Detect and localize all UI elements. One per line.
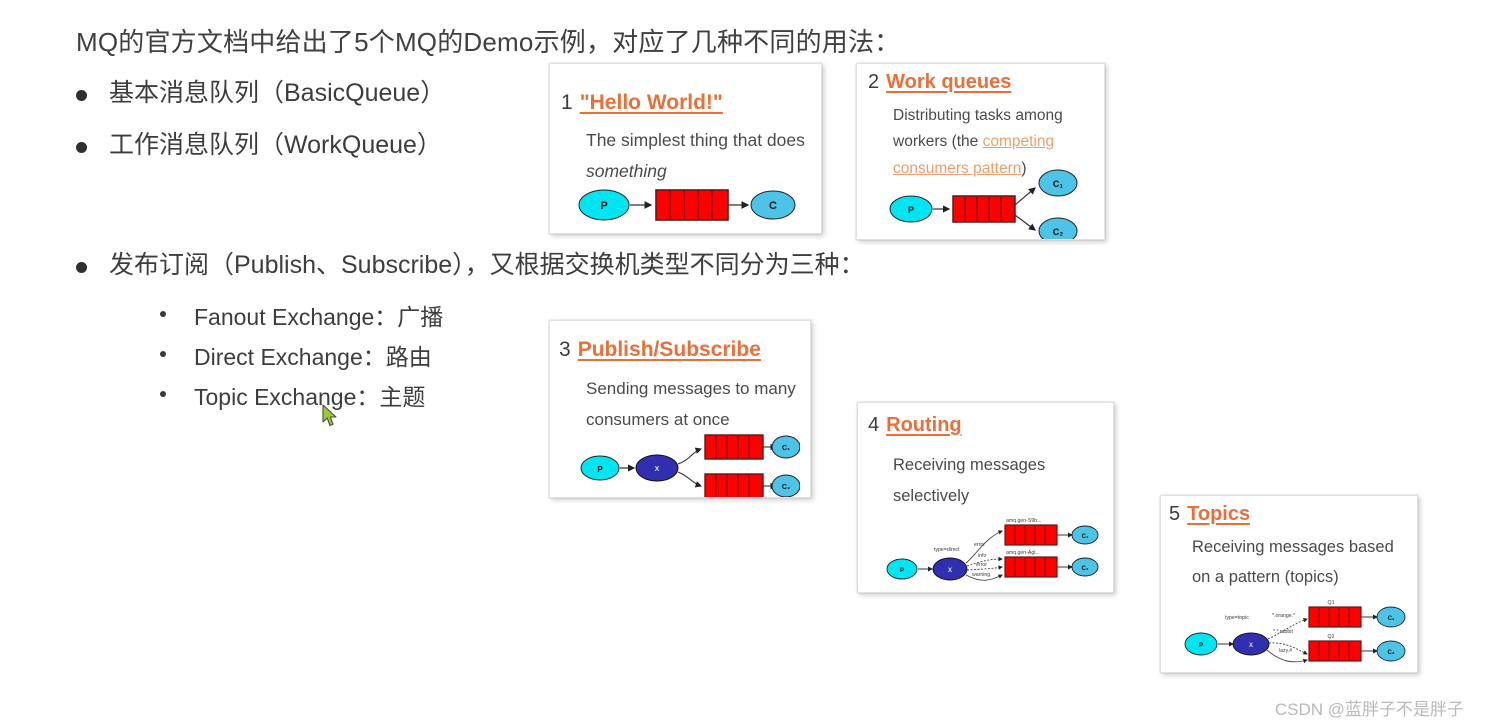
card-description-emphasis: something	[586, 160, 667, 181]
arrow-queue-to-consumer1	[1014, 187, 1036, 206]
queue1-name-label: amq.gen-S9b...	[1006, 518, 1041, 524]
bullet-label: 工作消息队列（WorkQueue）	[109, 131, 442, 159]
bullet-dot-icon	[76, 262, 87, 273]
sub-bullet-label: Topic Exchange：主题	[194, 384, 426, 410]
sub-bullet-item-topic: Topic Exchange：主题	[160, 378, 425, 412]
queue1-name-label: Q1	[1328, 600, 1335, 606]
arrow-queue-to-consumer2	[1014, 214, 1036, 231]
queue1-node	[1308, 606, 1362, 628]
exchange-label: X	[655, 466, 660, 473]
arrow-exchange-to-queue2	[677, 471, 703, 488]
card-header: 4 Routing	[868, 414, 962, 437]
exchange-type-label: type=direct	[934, 547, 960, 553]
queue-node	[655, 189, 729, 221]
sub-bullet-label: Direct Exchange：路由	[194, 344, 432, 370]
producer-label: P	[600, 200, 607, 212]
card-header: 1 "Hello World!"	[561, 91, 723, 115]
sub-bullet-dot-icon	[160, 311, 166, 317]
topics-diagram: P type=topic X *.orange.* *.*.rabbit laz…	[1184, 600, 1406, 664]
bullet-dot-icon	[76, 142, 87, 153]
card-title-link[interactable]: Publish/Subscribe	[578, 338, 761, 362]
queue2-node	[704, 473, 764, 497]
binding-orange-label: *.orange.*	[1272, 613, 1295, 619]
card-number: 3	[559, 338, 571, 361]
bullet-label: 基本消息队列（BasicQueue）	[109, 79, 446, 107]
queue-node	[952, 195, 1016, 223]
bullet-item-work-queue: 工作消息队列（WorkQueue）	[76, 130, 442, 161]
sub-bullet-item-direct: Direct Exchange：路由	[160, 338, 432, 372]
card-description: Receiving messages based on a pattern (t…	[1192, 538, 1394, 586]
routing-diagram: P type=direct X error info error warning…	[886, 518, 1099, 581]
consumer1-label: C₁	[1053, 179, 1063, 189]
sub-bullet-dot-icon	[160, 391, 166, 397]
queue2-name-label: amq.gen-Agl...	[1006, 550, 1040, 556]
card-title-link[interactable]: Work queues	[886, 71, 1011, 94]
card-number: 4	[868, 414, 880, 436]
consumer-label: C	[769, 200, 777, 212]
page-title: MQ的官方文档中给出了5个MQ的Demo示例，对应了几种不同的用法：	[76, 27, 901, 57]
consumer2-label: C₂	[1082, 566, 1089, 572]
consumer2-label: C₂	[1053, 227, 1064, 237]
card-publish-subscribe: 3 Publish/Subscribe Sending messages to …	[549, 320, 811, 498]
card-header: 3 Publish/Subscribe	[559, 338, 761, 362]
work-queues-diagram: P C₁ C₂	[889, 169, 1078, 239]
card-header: 2 Work queues	[868, 71, 1011, 94]
bullet-label: 发布订阅（Publish、Subscribe），又根据交换机类型不同分为三种：	[109, 251, 865, 279]
bullet-item-basic-queue: 基本消息队列（BasicQueue）	[76, 78, 445, 109]
producer-label: P	[900, 567, 905, 574]
consumer1-label: C₁	[1082, 534, 1089, 540]
publish-subscribe-diagram: P X C₁ C₂	[580, 434, 800, 497]
sub-bullet-item-fanout: Fanout Exchange：广播	[160, 298, 443, 332]
card-routing: 4 Routing Receiving messages selectively…	[857, 402, 1114, 593]
queue2-node	[1004, 556, 1058, 578]
card-number: 1	[561, 91, 573, 114]
hello-world-diagram: P C	[578, 189, 796, 221]
card-number: 2	[868, 71, 880, 93]
card-hello-world: 1 "Hello World!" The simplest thing that…	[549, 63, 822, 234]
queue2-node	[1308, 640, 1362, 662]
consumer2-label: C₂	[782, 484, 790, 491]
queue2-name-label: Q2	[1328, 634, 1335, 640]
consumer1-label: C₁	[782, 445, 790, 452]
queue1-node	[1004, 524, 1058, 546]
card-title-link[interactable]: Topics	[1187, 503, 1250, 526]
producer-label: P	[597, 465, 603, 474]
binding-rabbit-label: *.*.rabbit	[1273, 629, 1293, 635]
card-header: 5 Topics	[1169, 503, 1250, 526]
binding-error-label: error	[974, 542, 985, 548]
binding-lazy-label: lazy.#	[1279, 648, 1292, 654]
exchange-label: X	[948, 568, 952, 574]
binding-info-label: info	[978, 553, 986, 559]
sub-bullet-dot-icon	[160, 351, 166, 357]
binding-error2-label: error	[976, 562, 987, 568]
queue1-node	[704, 434, 764, 460]
producer-label: P	[1199, 642, 1204, 649]
csdn-watermark: CSDN @蓝胖子不是胖子	[1274, 700, 1464, 719]
binding-warning-label: warning	[972, 572, 990, 578]
producer-label: P	[908, 205, 914, 215]
sub-bullet-label: Fanout Exchange：广播	[194, 304, 444, 330]
consumer1-label: C₁	[1388, 616, 1395, 622]
exchange-type-label: type=topic	[1225, 615, 1249, 621]
card-topics: 5 Topics Receiving messages based on a p…	[1160, 495, 1418, 673]
card-description: The simplest thing that does something	[586, 125, 805, 186]
card-description-text: The simplest thing that does	[586, 130, 805, 150]
arrow-exchange-to-queue1	[677, 447, 703, 465]
bullet-dot-icon	[76, 90, 87, 101]
card-title-link[interactable]: "Hello World!"	[580, 91, 723, 115]
card-number: 5	[1169, 503, 1181, 525]
card-work-queues: 2 Work queues Distributing tasks among w…	[856, 63, 1105, 240]
card-title-link[interactable]: Routing	[886, 414, 962, 437]
bullet-item-publish-subscribe: 发布订阅（Publish、Subscribe），又根据交换机类型不同分为三种：	[76, 250, 865, 281]
exchange-label: X	[1249, 643, 1253, 649]
consumer2-label: C₂	[1388, 650, 1395, 656]
